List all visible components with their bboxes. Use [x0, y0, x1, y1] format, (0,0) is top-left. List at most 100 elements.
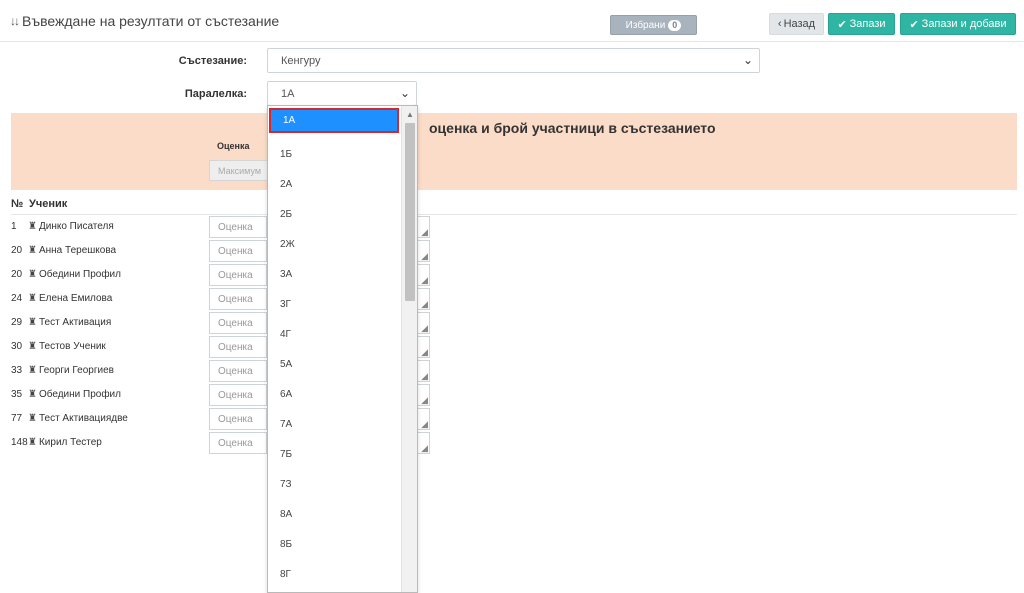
- student-icon: ♜: [28, 317, 37, 328]
- dropdown-option[interactable]: 5А: [268, 349, 401, 379]
- chevron-down-icon: ⌄: [742, 53, 753, 67]
- resize-handle-icon[interactable]: ◢: [421, 372, 428, 381]
- favorites-button[interactable]: Избрани 0: [610, 15, 697, 35]
- student-number: 33: [11, 365, 23, 376]
- competition-label: Състезание:: [178, 55, 247, 67]
- check-icon: ✔: [837, 18, 847, 31]
- grade-input[interactable]: Оценка: [209, 216, 267, 238]
- dropdown-option[interactable]: 7З: [268, 469, 401, 499]
- resize-handle-icon[interactable]: ◢: [421, 348, 428, 357]
- student-icon: ♜: [28, 293, 37, 304]
- dropdown-option[interactable]: 2А: [268, 169, 401, 199]
- student-number: 29: [11, 317, 23, 328]
- grade-input[interactable]: Оценка: [209, 336, 267, 358]
- dropdown-scrollbar[interactable]: ▲: [401, 106, 417, 592]
- page-header: ↓↓ Въвеждане на резултати от състезание …: [0, 0, 1024, 42]
- dropdown-option[interactable]: 3А: [268, 259, 401, 289]
- dropdown-option[interactable]: 2Ж: [268, 229, 401, 259]
- scrollbar-thumb[interactable]: [405, 123, 415, 301]
- dropdown-option[interactable]: 4Г: [268, 319, 401, 349]
- table-row: 20 ♜ Обедини Профил Оценка ◢: [0, 263, 1024, 287]
- student-number: 148: [11, 437, 28, 448]
- grade-input[interactable]: Оценка: [209, 264, 267, 286]
- check-icon: ✔: [909, 18, 919, 31]
- table-row: 30 ♜ Тестов Ученик Оценка ◢: [0, 335, 1024, 359]
- dropdown-option[interactable]: 3Г: [268, 289, 401, 319]
- table-row: 77 ♜ Тест Активациядве Оценка ◢: [0, 407, 1024, 431]
- dropdown-option[interactable]: 1А: [269, 108, 399, 133]
- student-name: Анна Терешкова: [38, 245, 117, 256]
- save-label: Запази: [849, 18, 886, 30]
- student-cell: ♜ Обедини Профил: [28, 269, 121, 280]
- class-select[interactable]: 1А ⌄: [267, 81, 417, 106]
- column-header-number: №: [11, 198, 24, 210]
- student-cell: ♜ Георги Георгиев: [28, 365, 114, 376]
- grade-input[interactable]: Оценка: [209, 240, 267, 262]
- table-row: 24 ♜ Елена Емилова Оценка ◢: [0, 287, 1024, 311]
- student-number: 35: [11, 389, 23, 400]
- grade-input[interactable]: Оценка: [209, 432, 267, 454]
- sort-icon: ↓↓: [10, 14, 20, 28]
- student-name: Тест Активация: [38, 317, 112, 328]
- student-cell: ♜ Обедини Профил: [28, 389, 121, 400]
- student-name: Динко Писателя: [38, 221, 114, 232]
- table-row: 148 ♜ Кирил Тестер Оценка ◢: [0, 431, 1024, 455]
- save-button[interactable]: ✔ Запази: [828, 13, 895, 35]
- favorites-label: Избрани: [625, 19, 666, 31]
- student-cell: ♜ Тест Активациядве: [28, 413, 128, 424]
- student-icon: ♜: [28, 245, 37, 256]
- max-grade-panel: оценка и брой участници в състезанието О…: [11, 113, 1017, 190]
- grade-input[interactable]: Оценка: [209, 408, 267, 430]
- student-name: Тест Активациядве: [38, 413, 128, 424]
- grade-input[interactable]: Оценка: [209, 384, 267, 406]
- table-row: 35 ♜ Обедини Профил Оценка ◢: [0, 383, 1024, 407]
- resize-handle-icon[interactable]: ◢: [421, 324, 428, 333]
- chevron-down-icon: ⌄: [399, 86, 410, 100]
- resize-handle-icon[interactable]: ◢: [421, 228, 428, 237]
- student-number: 30: [11, 341, 23, 352]
- class-value: 1А: [281, 87, 295, 100]
- dropdown-option[interactable]: 8Б: [268, 529, 401, 559]
- table-row: 20 ♜ Анна Терешкова Оценка ◢: [0, 239, 1024, 263]
- dropdown-option[interactable]: 8Г: [268, 559, 401, 589]
- resize-handle-icon[interactable]: ◢: [421, 300, 428, 309]
- student-name: Тестов Ученик: [38, 341, 106, 352]
- resize-handle-icon[interactable]: ◢: [421, 252, 428, 261]
- panel-grade-label: Оценка: [217, 141, 250, 151]
- dropdown-option[interactable]: 2Б: [268, 199, 401, 229]
- grade-input[interactable]: Оценка: [209, 288, 267, 310]
- scroll-up-icon[interactable]: ▲: [402, 106, 417, 122]
- student-name: Кирил Тестер: [38, 437, 102, 448]
- resize-handle-icon[interactable]: ◢: [421, 276, 428, 285]
- student-cell: ♜ Анна Терешкова: [28, 245, 116, 256]
- student-cell: ♜ Динко Писателя: [28, 221, 114, 232]
- student-icon: ♜: [28, 221, 37, 232]
- table-row: 33 ♜ Георги Георгиев Оценка ◢: [0, 359, 1024, 383]
- table-row: 1 ♜ Динко Писателя Оценка ◢: [0, 215, 1024, 239]
- save-and-add-label: Запази и добави: [921, 18, 1007, 30]
- grade-input[interactable]: Оценка: [209, 312, 267, 334]
- dropdown-option[interactable]: 7А: [268, 409, 401, 439]
- student-icon: ♜: [28, 413, 37, 424]
- column-header-student: Ученик: [29, 198, 68, 210]
- resize-handle-icon[interactable]: ◢: [421, 444, 428, 453]
- back-label: Назад: [783, 18, 816, 30]
- student-cell: ♜ Тест Активация: [28, 317, 111, 328]
- student-name: Обедини Профил: [38, 269, 121, 280]
- resize-handle-icon[interactable]: ◢: [421, 420, 428, 429]
- back-button[interactable]: ‹ Назад: [769, 13, 824, 35]
- student-number: 77: [11, 413, 23, 424]
- class-dropdown-list[interactable]: 1А 1Б 2А 2Б 2Ж 3А 3Г 4Г 5А 6А 7А 7Б 7З 8А 8Б 8Г ▲: [267, 105, 418, 593]
- student-number: 20: [11, 269, 23, 280]
- dropdown-option[interactable]: 6А: [268, 379, 401, 409]
- competition-select[interactable]: Кенгуру ⌄: [267, 48, 760, 73]
- save-and-add-button[interactable]: ✔ Запази и добави: [900, 13, 1016, 35]
- favorites-count-badge: 0: [668, 19, 682, 31]
- dropdown-option[interactable]: 8А: [268, 499, 401, 529]
- resize-handle-icon[interactable]: ◢: [421, 396, 428, 405]
- grade-input[interactable]: Оценка: [209, 360, 267, 382]
- dropdown-option[interactable]: 7Б: [268, 439, 401, 469]
- dropdown-option[interactable]: 1Б: [268, 139, 401, 169]
- student-name: Георги Георгиев: [38, 365, 114, 376]
- student-number: 24: [11, 293, 23, 304]
